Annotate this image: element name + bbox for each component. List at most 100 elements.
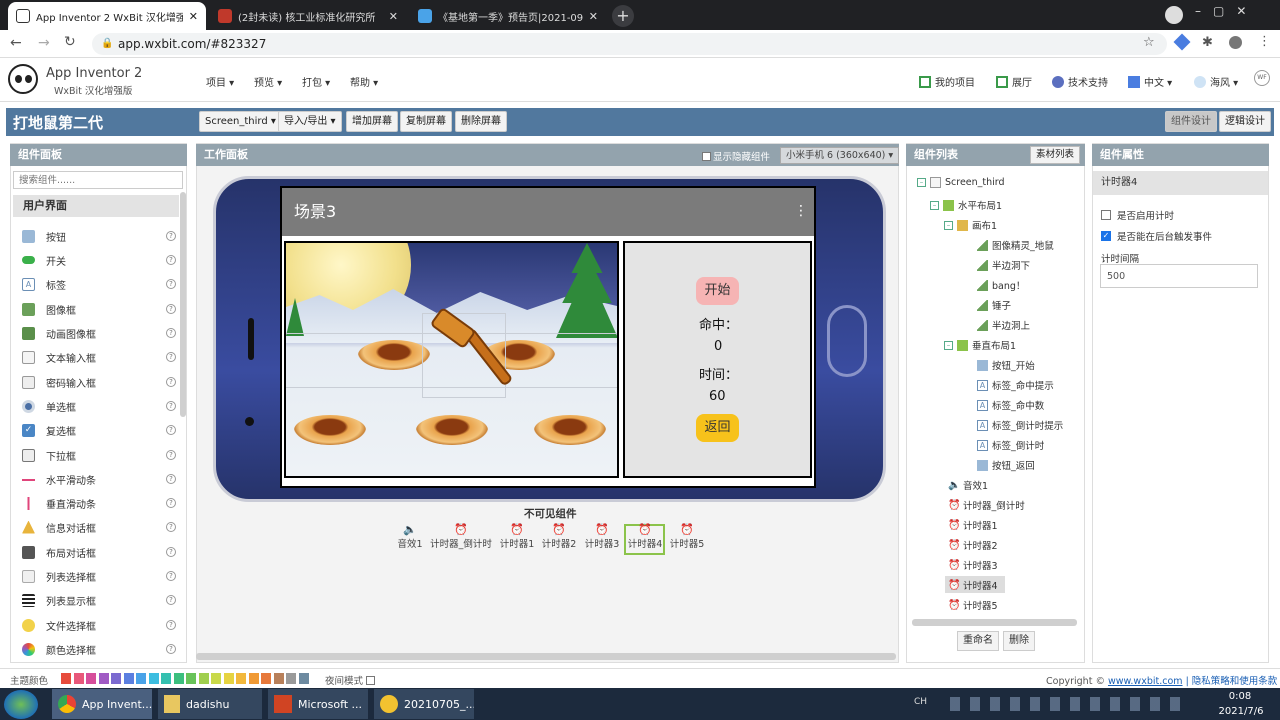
- tree-item[interactable]: ⏰ 计时器1: [948, 518, 998, 533]
- theme-swatch[interactable]: [186, 673, 196, 684]
- palette-item-vslider[interactable]: 垂直滑动条?: [14, 492, 176, 514]
- palette-item-color-picker[interactable]: 颜色选择框?: [14, 638, 176, 660]
- timer-enabled-checkbox[interactable]: [1101, 210, 1111, 220]
- close-tab-icon[interactable]: ✕: [189, 10, 198, 23]
- tree-item[interactable]: – Screen_third: [917, 177, 1005, 188]
- close-tab-icon[interactable]: ✕: [589, 10, 598, 23]
- url-input[interactable]: 🔒 app.wxbit.com/#823327: [92, 33, 1167, 55]
- import-export-button[interactable]: 导入/导出 ▾: [278, 111, 342, 132]
- user-menu[interactable]: 海风 ▾: [1194, 74, 1238, 89]
- theme-swatch[interactable]: [123, 673, 134, 684]
- add-screen-button[interactable]: 增加屏幕: [346, 111, 398, 132]
- category-user-interface[interactable]: 用户界面: [13, 195, 179, 217]
- theme-swatch[interactable]: [111, 673, 121, 684]
- tree-item[interactable]: 🔈 音效1: [948, 478, 988, 493]
- taskbar-powerpoint[interactable]: Microsoft ...: [268, 689, 368, 719]
- new-tab-button[interactable]: +: [612, 5, 634, 27]
- collapse-icon[interactable]: –: [944, 220, 953, 230]
- taskbar-video[interactable]: 20210705_...: [374, 689, 474, 719]
- gallery-link[interactable]: 展厅: [996, 74, 1032, 89]
- account-icon[interactable]: [1229, 36, 1242, 49]
- help-icon[interactable]: ?: [166, 279, 176, 289]
- tree-item[interactable]: ⏰ 计时器5: [948, 598, 998, 613]
- tree-item[interactable]: A 标签_倒计时: [977, 438, 1044, 452]
- help-icon[interactable]: ?: [166, 255, 176, 265]
- help-icon[interactable]: ?: [166, 620, 176, 630]
- tray-icons[interactable]: [950, 697, 1185, 711]
- menu-help[interactable]: 帮助 ▾: [350, 74, 378, 89]
- device-select[interactable]: 小米手机 6 (360x640) ▾: [780, 147, 900, 164]
- viewer-scrollbar[interactable]: [196, 653, 896, 660]
- tree-item[interactable]: ⏰ 计时器3: [948, 558, 998, 573]
- theme-swatch[interactable]: [198, 673, 209, 684]
- palette-item-label[interactable]: A 标签?: [14, 273, 176, 295]
- taskbar-chrome[interactable]: App Invent...: [52, 689, 152, 719]
- help-icon[interactable]: ?: [166, 304, 176, 314]
- support-link[interactable]: 技术支持: [1052, 74, 1108, 89]
- tree-item[interactable]: 按钮_返回: [977, 458, 1035, 472]
- tree-item[interactable]: 按钮_开始: [977, 358, 1035, 372]
- night-mode-checkbox[interactable]: [366, 675, 376, 685]
- component-search-input[interactable]: [13, 171, 183, 189]
- show-hidden-toggle[interactable]: 显示隐藏组件: [702, 149, 770, 163]
- theme-swatch[interactable]: [261, 673, 271, 684]
- tree-item[interactable]: A 标签_命中提示: [977, 378, 1054, 392]
- palette-item-password[interactable]: 密码输入框?: [14, 371, 176, 393]
- palette-item-switch[interactable]: 开关?: [14, 249, 176, 271]
- show-hidden-checkbox[interactable]: [702, 151, 711, 161]
- theme-swatch[interactable]: [73, 673, 84, 684]
- collapse-icon[interactable]: –: [930, 200, 939, 210]
- profile-icon[interactable]: [1165, 6, 1183, 24]
- blocks-button[interactable]: 逻辑设计: [1219, 111, 1271, 132]
- language-menu[interactable]: 中文 ▾: [1128, 74, 1172, 89]
- browser-tab-bilibili[interactable]: 《基地第一季》预告页|2021-09 ✕: [410, 2, 606, 30]
- tree-item-selected[interactable]: ⏰ 计时器4: [948, 578, 998, 593]
- tree-item[interactable]: ⏰ 计时器_倒计时: [948, 498, 1025, 513]
- back-icon[interactable]: ←: [10, 35, 22, 51]
- help-icon[interactable]: ?: [166, 352, 176, 362]
- interval-input[interactable]: [1100, 264, 1258, 288]
- help-icon[interactable]: ?: [166, 571, 176, 581]
- invisible-timer-countdown[interactable]: ⏰ 计时器_倒计时: [428, 523, 494, 550]
- tree-item[interactable]: 图像精灵_地鼠: [977, 238, 1054, 252]
- help-icon[interactable]: ?: [166, 450, 176, 460]
- help-icon[interactable]: ?: [166, 425, 176, 435]
- palette-item-layout-dialog[interactable]: 布局对话框?: [14, 541, 176, 563]
- help-icon[interactable]: ?: [166, 644, 176, 654]
- browser-tab-mail[interactable]: (2封未读) 核工业标准化研究所 ✕: [210, 2, 406, 30]
- help-icon[interactable]: ?: [166, 498, 176, 508]
- help-icon[interactable]: ?: [166, 377, 176, 387]
- night-mode-toggle[interactable]: 夜间模式: [325, 673, 376, 687]
- screen-select[interactable]: Screen_third ▾: [199, 111, 282, 132]
- theme-swatch[interactable]: [248, 673, 259, 684]
- tree-item[interactable]: bang！: [977, 278, 1025, 292]
- reload-icon[interactable]: ↻: [64, 34, 76, 50]
- palette-item-button[interactable]: 按钮?: [14, 225, 176, 247]
- palette-item-animated-image[interactable]: 动画图像框?: [14, 322, 176, 344]
- menu-project[interactable]: 项目 ▾: [206, 74, 234, 89]
- palette-item-checkbox[interactable]: ✓ 复选框?: [14, 419, 176, 441]
- tree-scrollbar[interactable]: [912, 619, 1077, 626]
- my-projects-link[interactable]: 我的项目: [919, 74, 975, 89]
- palette-item-file-picker[interactable]: 文件选择框?: [14, 614, 176, 636]
- palette-item-notifier[interactable]: 信息对话框?: [14, 516, 176, 538]
- forward-icon[interactable]: →: [38, 35, 50, 51]
- palette-item-textbox[interactable]: 文本输入框?: [14, 346, 176, 368]
- rename-button[interactable]: 重命名: [957, 631, 999, 651]
- back-button[interactable]: 返回: [696, 414, 739, 442]
- palette-item-hslider[interactable]: 水平滑动条?: [14, 468, 176, 490]
- invisible-timer2[interactable]: ⏰ 计时器2: [541, 523, 577, 550]
- collapse-icon[interactable]: –: [917, 178, 926, 187]
- tree-item[interactable]: ⏰ 计时器2: [948, 538, 998, 553]
- theme-swatch[interactable]: [148, 673, 159, 684]
- invisible-timer4[interactable]: ⏰ 计时器4: [626, 523, 664, 550]
- always-fires-row[interactable]: ✓ 是否能在后台触发事件: [1101, 229, 1212, 243]
- delete-button[interactable]: 删除: [1003, 631, 1035, 651]
- palette-scrollbar[interactable]: [180, 192, 186, 417]
- theme-swatch[interactable]: [86, 673, 96, 684]
- more-menu-icon[interactable]: ⋮: [1258, 34, 1271, 49]
- help-icon[interactable]: ?: [166, 401, 176, 411]
- always-fires-checkbox[interactable]: ✓: [1101, 231, 1111, 241]
- palette-item-list-view[interactable]: 列表显示框?: [14, 589, 176, 611]
- puzzle-icon[interactable]: ✱: [1202, 35, 1213, 50]
